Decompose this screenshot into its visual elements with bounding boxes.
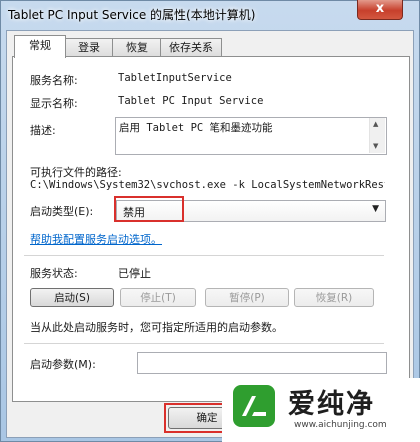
pause-button[interactable]: 暂停(P) bbox=[205, 288, 289, 307]
start-params-label: 启动参数(M): bbox=[30, 358, 96, 371]
display-name-value: Tablet PC Input Service bbox=[118, 95, 264, 107]
watermark: 爱纯净 www.aichunjing.com bbox=[222, 378, 420, 442]
stop-button[interactable]: 停止(T) bbox=[120, 288, 196, 307]
description-box[interactable]: 启用 Tablet PC 笔和墨迹功能 bbox=[115, 117, 387, 155]
display-name-label: 显示名称: bbox=[30, 97, 78, 110]
service-status-label: 服务状态: bbox=[30, 267, 78, 280]
service-name-value: TabletInputService bbox=[118, 72, 232, 84]
tab-dependencies[interactable]: 依存关系 bbox=[160, 38, 222, 57]
description-text: 启用 Tablet PC 笔和墨迹功能 bbox=[119, 122, 273, 134]
close-icon: x bbox=[375, 1, 385, 16]
scroll-up-icon[interactable]: ▲ bbox=[373, 120, 378, 128]
startup-type-label: 启动类型(E): bbox=[30, 205, 94, 218]
start-button[interactable]: 启动(S) bbox=[30, 288, 114, 307]
startup-type-highlight bbox=[114, 196, 184, 222]
description-label: 描述: bbox=[30, 124, 56, 137]
start-params-input[interactable] bbox=[137, 352, 387, 374]
watermark-text: 爱纯净 bbox=[288, 389, 375, 420]
watermark-logo-icon bbox=[233, 385, 275, 427]
description-scrollbar[interactable]: ▲ ▼ bbox=[369, 118, 385, 153]
tab-recovery[interactable]: 恢复 bbox=[112, 38, 162, 57]
path-value: C:\Windows\System32\svchost.exe -k Local… bbox=[30, 179, 385, 191]
scroll-down-icon[interactable]: ▼ bbox=[373, 142, 378, 150]
tab-logon[interactable]: 登录 bbox=[64, 38, 114, 57]
resume-button[interactable]: 恢复(R) bbox=[294, 288, 374, 307]
watermark-url: www.aichunjing.com bbox=[294, 420, 387, 430]
path-label: 可执行文件的路径: bbox=[30, 166, 122, 179]
chevron-down-icon: ▼ bbox=[372, 204, 379, 214]
divider-bottom bbox=[24, 343, 384, 344]
divider-top bbox=[24, 255, 384, 256]
service-name-label: 服务名称: bbox=[30, 74, 78, 87]
tab-general[interactable]: 常规 bbox=[14, 35, 66, 58]
service-status-value: 已停止 bbox=[118, 267, 151, 280]
help-link[interactable]: 帮助我配置服务启动选项。 bbox=[30, 231, 162, 247]
window-title: Tablet PC Input Service 的属性(本地计算机) bbox=[8, 8, 256, 22]
close-button[interactable]: x bbox=[357, 0, 403, 20]
start-params-hint: 当从此处启动服务时，您可指定所适用的启动参数。 bbox=[30, 321, 283, 334]
